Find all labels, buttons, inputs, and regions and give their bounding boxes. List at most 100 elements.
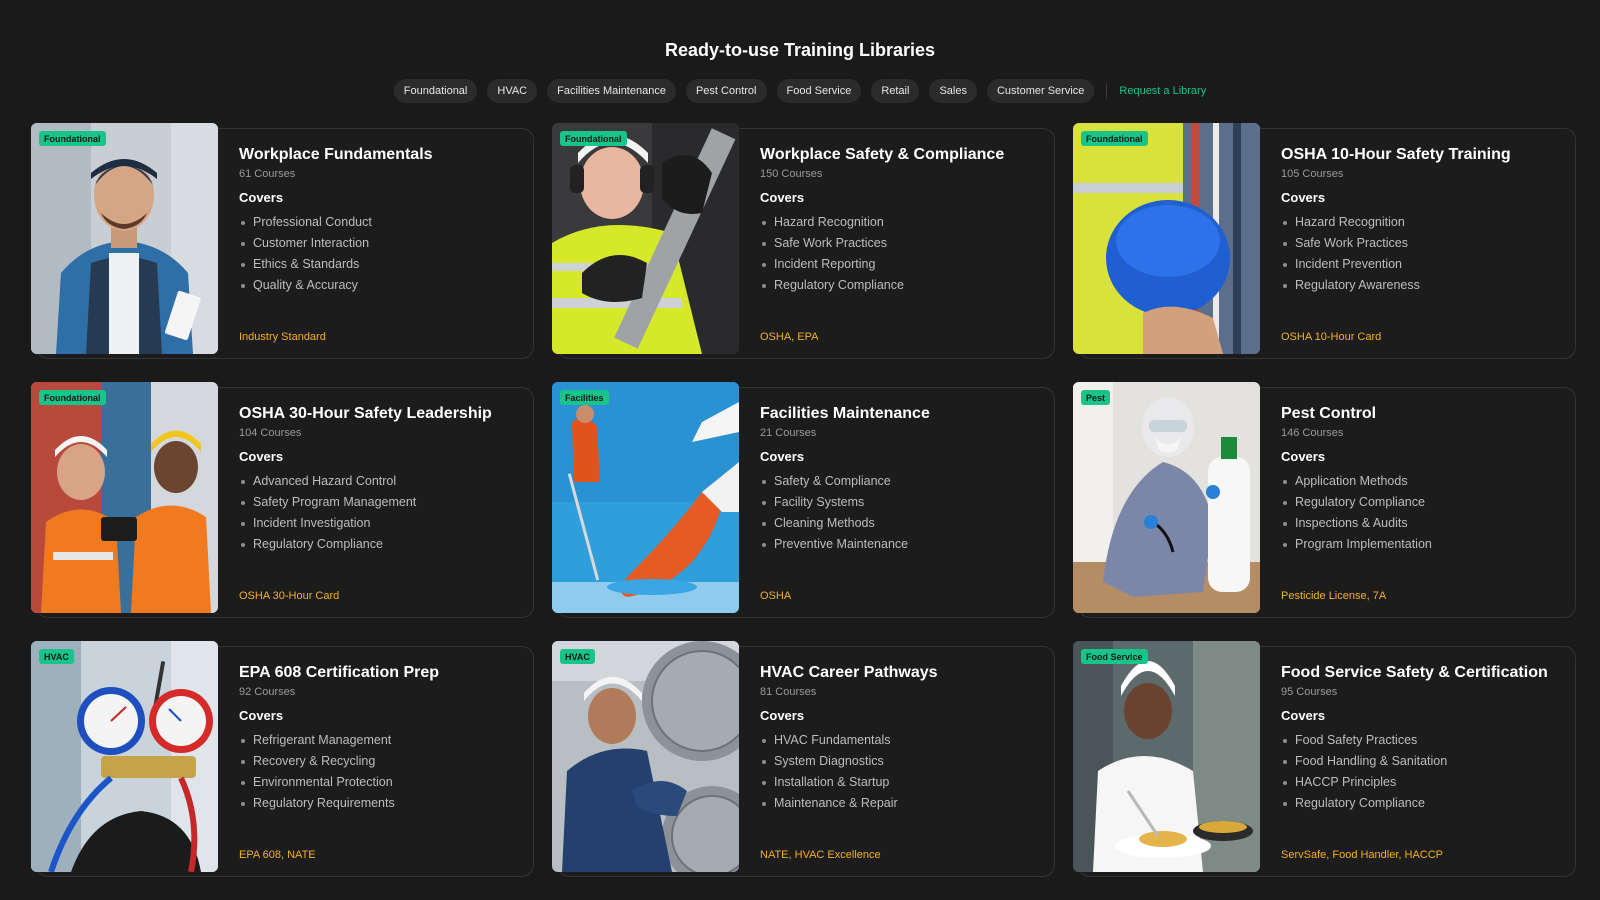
filter-chip-facilities-maintenance[interactable]: Facilities Maintenance xyxy=(547,79,676,103)
library-card-facilities-maintenance[interactable]: Facilities Facilities Maintenance 21 Cou… xyxy=(552,382,1055,618)
card-image: HVAC xyxy=(31,641,218,872)
topic-item: Incident Reporting xyxy=(760,254,1043,275)
topic-item: Food Handling & Sanitation xyxy=(1281,751,1564,772)
card-image: Foundational xyxy=(552,123,739,354)
topic-list: Hazard Recognition Safe Work Practices I… xyxy=(1281,212,1564,296)
covers-label: Covers xyxy=(760,190,805,205)
manifold-gauges-photo xyxy=(31,641,218,872)
library-card-osha-30-hour[interactable]: Foundational OSHA 30-Hour Safety Leaders… xyxy=(31,382,534,618)
topic-item: Facility Systems xyxy=(760,492,1043,513)
hvac-technician-unit-photo xyxy=(552,641,739,872)
topic-item: Regulatory Awareness xyxy=(1281,275,1564,296)
topic-item: Food Safety Practices xyxy=(1281,730,1564,751)
request-library-link[interactable]: Request a Library xyxy=(1119,85,1206,97)
filter-chip-pest-control[interactable]: Pest Control xyxy=(685,79,767,103)
certification-label: Industry Standard xyxy=(239,331,326,343)
topic-item: Recovery & Recycling xyxy=(239,751,522,772)
certification-label: Pesticide License, 7A xyxy=(1281,590,1387,602)
card-title: Pest Control xyxy=(1281,405,1377,422)
topic-item: Safety Program Management xyxy=(239,492,522,513)
topic-item: Application Methods xyxy=(1281,471,1564,492)
card-title: Facilities Maintenance xyxy=(760,405,930,422)
course-count: 21 Courses xyxy=(760,427,817,439)
card-image: Food Service xyxy=(1073,641,1260,872)
topic-item: Incident Prevention xyxy=(1281,254,1564,275)
filter-chip-sales[interactable]: Sales xyxy=(929,79,977,103)
category-filter-bar: Foundational HVAC Facilities Maintenance… xyxy=(0,79,1600,103)
certification-label: NATE, HVAC Excellence xyxy=(760,849,881,861)
library-card-osha-10-hour[interactable]: Foundational OSHA 10-Hour Safety Trainin… xyxy=(1073,123,1576,359)
topic-item: Inspections & Audits xyxy=(1281,513,1564,534)
card-title: Workplace Fundamentals xyxy=(239,146,433,163)
safety-worker-with-pipe-photo xyxy=(552,123,739,354)
filter-chip-retail[interactable]: Retail xyxy=(871,79,920,103)
worker-with-clipboard-photo xyxy=(31,123,218,354)
card-image: HVAC xyxy=(552,641,739,872)
covers-label: Covers xyxy=(239,449,284,464)
topic-item: System Diagnostics xyxy=(760,751,1043,772)
gloved-hand-cleaning-photo xyxy=(552,382,739,613)
course-count: 95 Courses xyxy=(1281,686,1338,698)
topic-item: Regulatory Compliance xyxy=(239,534,522,555)
topic-item: Incident Investigation xyxy=(239,513,522,534)
library-card-workplace-fundamentals[interactable]: Foundational Workplace Fundamentals 61 C… xyxy=(31,123,534,359)
category-tag: Foundational xyxy=(1081,131,1148,146)
covers-label: Covers xyxy=(239,190,284,205)
certification-label: OSHA, EPA xyxy=(760,331,819,343)
course-count: 81 Courses xyxy=(760,686,817,698)
certification-label: EPA 608, NATE xyxy=(239,849,316,861)
filter-chip-food-service[interactable]: Food Service xyxy=(776,79,862,103)
topic-item: HVAC Fundamentals xyxy=(760,730,1043,751)
topic-item: Regulatory Compliance xyxy=(1281,492,1564,513)
category-tag: HVAC xyxy=(560,649,595,664)
card-title: Food Service Safety & Certification xyxy=(1281,664,1548,681)
topic-item: Safe Work Practices xyxy=(760,233,1043,254)
topic-list: Food Safety Practices Food Handling & Sa… xyxy=(1281,730,1564,814)
topic-item: Safety & Compliance xyxy=(760,471,1043,492)
certification-label: OSHA 10-Hour Card xyxy=(1281,331,1382,343)
topic-item: Cleaning Methods xyxy=(760,513,1043,534)
topic-item: Regulatory Requirements xyxy=(239,793,522,814)
topic-item: Installation & Startup xyxy=(760,772,1043,793)
filter-chip-customer-service[interactable]: Customer Service xyxy=(986,79,1095,103)
card-image: Pest xyxy=(1073,382,1260,613)
covers-label: Covers xyxy=(1281,449,1326,464)
covers-label: Covers xyxy=(760,708,805,723)
topic-item: Customer Interaction xyxy=(239,233,522,254)
certification-label: OSHA xyxy=(760,590,792,602)
topic-list: Refrigerant Management Recovery & Recycl… xyxy=(239,730,522,814)
card-image: Foundational xyxy=(1073,123,1260,354)
topic-list: Hazard Recognition Safe Work Practices I… xyxy=(760,212,1043,296)
page-title: Ready-to-use Training Libraries xyxy=(664,40,936,60)
card-image: Foundational xyxy=(31,123,218,354)
library-card-food-service[interactable]: Food Service Food Service Safety & Certi… xyxy=(1073,641,1576,877)
pest-technician-sprayer-photo xyxy=(1073,382,1260,613)
topic-item: Hazard Recognition xyxy=(1281,212,1564,233)
topic-item: HACCP Principles xyxy=(1281,772,1564,793)
card-title: Workplace Safety & Compliance xyxy=(760,146,1005,163)
covers-label: Covers xyxy=(1281,708,1326,723)
topic-item: Maintenance & Repair xyxy=(760,793,1043,814)
topic-item: Professional Conduct xyxy=(239,212,522,233)
filter-divider xyxy=(1106,83,1108,99)
hard-hat-vest-photo xyxy=(1073,123,1260,354)
category-tag: Food Service xyxy=(1081,649,1148,664)
topic-item: Regulatory Compliance xyxy=(760,275,1043,296)
library-card-hvac-career-pathways[interactable]: HVAC HVAC Career Pathways 81 Courses Cov… xyxy=(552,641,1055,877)
covers-label: Covers xyxy=(239,708,284,723)
library-card-workplace-safety[interactable]: Foundational Workplace Safety & Complian… xyxy=(552,123,1055,359)
filter-chip-hvac[interactable]: HVAC xyxy=(487,79,538,103)
covers-label: Covers xyxy=(760,449,805,464)
category-tag: Pest xyxy=(1081,390,1111,405)
topic-list: Professional Conduct Customer Interactio… xyxy=(239,212,522,296)
topic-item: Hazard Recognition xyxy=(760,212,1043,233)
library-card-pest-control[interactable]: Pest Pest Control 146 Courses Covers App… xyxy=(1073,382,1576,618)
course-count: 104 Courses xyxy=(239,427,302,439)
filter-chip-foundational[interactable]: Foundational xyxy=(393,79,478,103)
card-title: OSHA 30-Hour Safety Leadership xyxy=(239,405,492,422)
library-card-epa-608[interactable]: HVAC EPA 608 Certification Prep 92 Cours… xyxy=(31,641,534,877)
topic-item: Program Implementation xyxy=(1281,534,1564,555)
course-count: 92 Courses xyxy=(239,686,296,698)
library-grid: Foundational Workplace Fundamentals 61 C… xyxy=(31,123,1576,877)
card-title: OSHA 10-Hour Safety Training xyxy=(1281,146,1511,163)
